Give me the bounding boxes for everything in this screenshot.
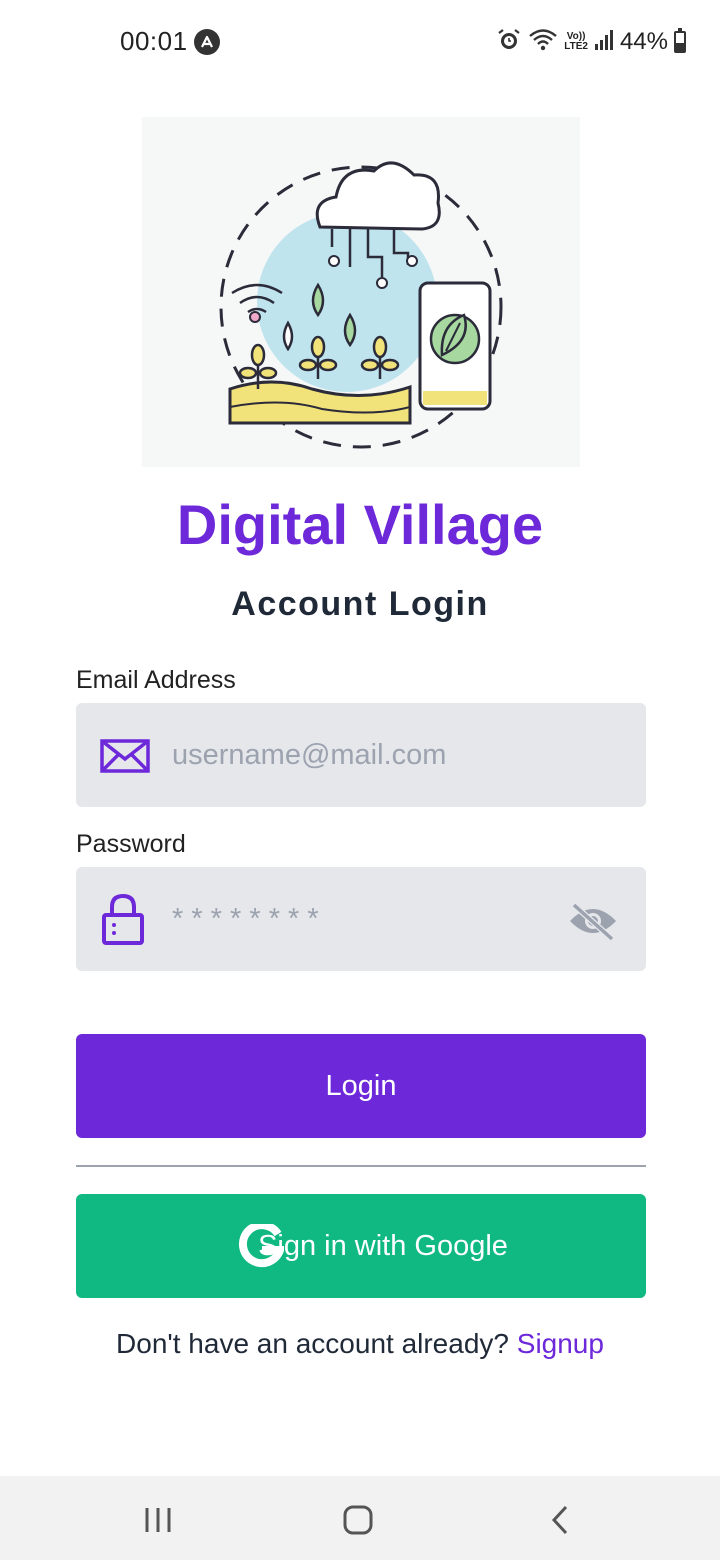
wifi-icon xyxy=(528,27,558,58)
google-signin-button[interactable]: Sign in with Google xyxy=(76,1194,646,1298)
login-button[interactable]: Login xyxy=(76,1034,646,1138)
signup-row: Don't have an account already? Signup xyxy=(0,1328,720,1360)
signup-link[interactable]: Signup xyxy=(517,1328,604,1359)
status-time: 00:01 xyxy=(120,26,188,56)
alarm-icon xyxy=(496,27,522,58)
app-title: Digital Village xyxy=(176,493,544,556)
battery-icon xyxy=(674,28,686,53)
app-notification-icon xyxy=(194,29,220,55)
google-g-icon xyxy=(238,1221,286,1278)
divider xyxy=(76,1165,646,1167)
email-input[interactable] xyxy=(172,703,572,807)
back-icon[interactable] xyxy=(538,1500,582,1540)
status-indicators: Vo)) LTE2 44% xyxy=(496,26,686,58)
home-icon[interactable] xyxy=(336,1500,380,1540)
email-field xyxy=(76,703,646,807)
signup-prompt: Don't have an account already? xyxy=(116,1328,509,1359)
password-label: Password xyxy=(76,830,186,858)
password-field xyxy=(76,867,646,971)
hero-illustration xyxy=(142,117,580,467)
lte-indicator: Vo)) LTE2 xyxy=(564,31,588,52)
email-label: Email Address xyxy=(76,666,236,694)
eye-off-icon[interactable] xyxy=(568,901,618,946)
battery-percent: 44% xyxy=(619,28,668,55)
page-title: Account Login xyxy=(231,585,489,623)
system-nav-bar xyxy=(0,1476,720,1560)
envelope-icon xyxy=(100,739,150,778)
password-input[interactable] xyxy=(172,867,572,971)
lock-icon xyxy=(102,893,144,950)
status-bar: 00:01 Vo)) LTE2 44% xyxy=(0,0,720,84)
signal-icon xyxy=(594,28,614,57)
recent-apps-icon[interactable] xyxy=(136,1500,180,1540)
login-button-label: Login xyxy=(325,1069,397,1102)
google-signin-label: Sign in with Google xyxy=(258,1229,508,1262)
